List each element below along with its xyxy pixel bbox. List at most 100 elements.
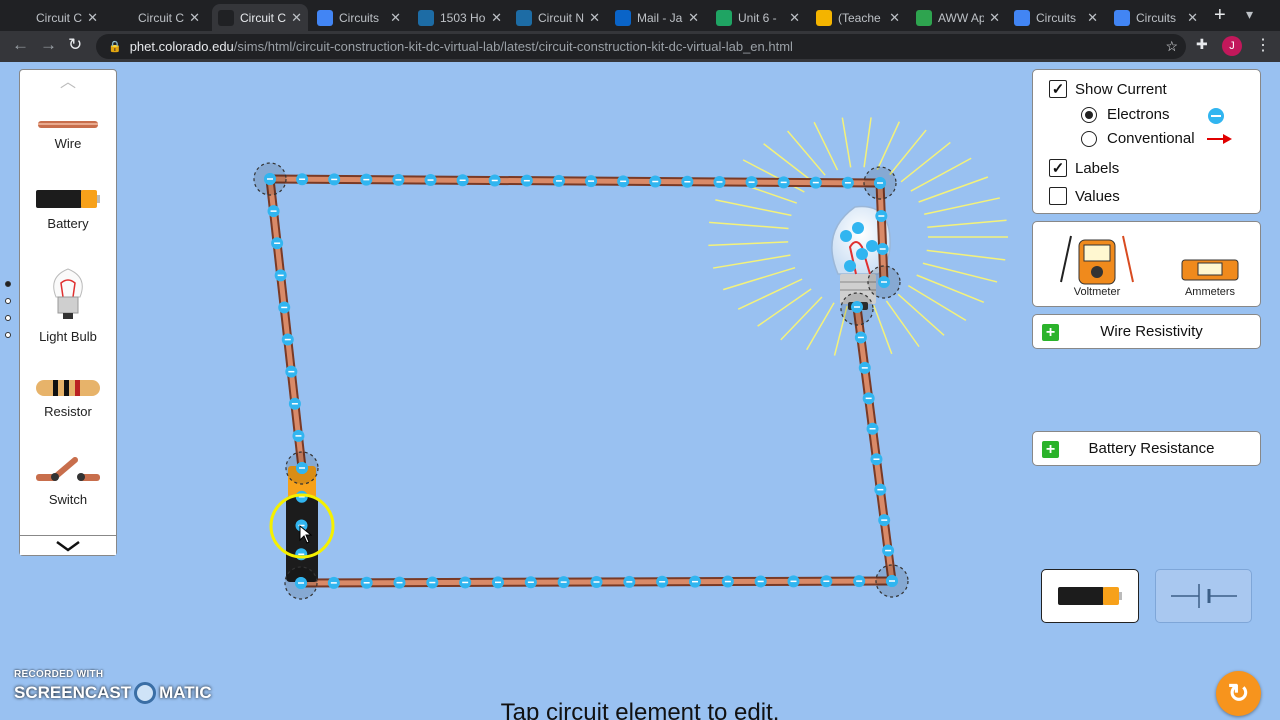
- close-tab-icon[interactable]: ✕: [291, 10, 302, 26]
- expand-plus-icon[interactable]: +: [1042, 441, 1059, 458]
- voltmeter-label: Voltmeter: [1073, 286, 1121, 298]
- close-tab-icon[interactable]: ✕: [491, 10, 502, 26]
- page-dot[interactable]: [5, 315, 11, 321]
- close-tab-icon[interactable]: ✕: [989, 10, 1000, 26]
- conventional-arrow-icon: [1207, 134, 1232, 144]
- close-tab-icon[interactable]: ✕: [390, 10, 401, 26]
- browser-tab[interactable]: Circuit C ✕: [8, 4, 104, 31]
- tab-title: Circuits: [339, 10, 380, 25]
- tab-title: Circuit C: [36, 10, 82, 25]
- chrome-menu-icon[interactable]: ⋮: [1255, 35, 1271, 55]
- battery-icon: [36, 190, 100, 208]
- electrons-radio[interactable]: Electrons: [1081, 106, 1170, 123]
- resistor-label: Resistor: [44, 404, 92, 419]
- voltmeter-tool[interactable]: Voltmeter: [1055, 230, 1139, 298]
- page-dot[interactable]: [5, 332, 11, 338]
- radio-button[interactable]: [1081, 106, 1097, 123]
- browser-tab[interactable]: Circuits ✕: [1008, 4, 1104, 31]
- extensions-icon[interactable]: ✚: [1196, 36, 1208, 53]
- toolbox-wire[interactable]: Wire: [20, 120, 116, 151]
- browser-tab[interactable]: Circuit C ✕: [110, 4, 206, 31]
- wire-resistivity-accordion[interactable]: + Wire Resistivity: [1032, 314, 1261, 349]
- browser-tab[interactable]: Circuits ✕: [1108, 4, 1204, 31]
- voltmeter-icon: [1060, 235, 1134, 285]
- electron-icon: [844, 260, 856, 272]
- close-tab-icon[interactable]: ✕: [1187, 10, 1198, 26]
- url-host: phet.colorado.edu: [129, 39, 234, 54]
- tab-title: Circuit C: [240, 10, 286, 25]
- display-options-panel: ✓ Show Current Electrons Conventional ✓ …: [1032, 69, 1261, 214]
- browser-tab[interactable]: Circuit C ✕: [212, 4, 308, 31]
- browser-tab[interactable]: Circuits ✕: [311, 4, 407, 31]
- browser-tab[interactable]: 1503 Ho ✕: [412, 4, 508, 31]
- component-toolbox: ︿ Wire Battery Light Bulb Resistor Switc…: [19, 69, 117, 556]
- light-ray: [924, 197, 1000, 215]
- bookmark-star-icon[interactable]: ☆: [1165, 38, 1178, 55]
- ammeter-icon: [1181, 259, 1239, 281]
- profile-avatar[interactable]: J: [1222, 36, 1242, 56]
- page-dot[interactable]: [5, 281, 11, 287]
- reset-all-button[interactable]: ↻: [1216, 671, 1261, 716]
- light-ray: [927, 219, 1007, 229]
- toolbox-scroll-up-button[interactable]: ︿: [20, 70, 116, 91]
- close-tab-icon[interactable]: ✕: [889, 10, 900, 26]
- page-dot[interactable]: [5, 298, 11, 304]
- wire-resistivity-label: Wire Resistivity: [1100, 323, 1203, 340]
- show-current-checkbox[interactable]: ✓ Show Current: [1049, 80, 1167, 98]
- slides-icon: [816, 9, 832, 26]
- lifelike-view-button[interactable]: [1041, 569, 1139, 623]
- radio-button[interactable]: [1081, 130, 1097, 147]
- forward-button[interactable]: →: [40, 35, 57, 55]
- light-ray: [722, 266, 796, 291]
- light-ray: [922, 262, 998, 283]
- tab-title: (Teache: [838, 10, 881, 25]
- light-ray: [916, 274, 985, 304]
- wire[interactable]: [852, 306, 897, 582]
- values-label: Values: [1075, 187, 1120, 205]
- browser-tab[interactable]: (Teache ✕: [810, 4, 906, 31]
- new-tab-button[interactable]: +: [1214, 4, 1226, 27]
- ammeter-tool[interactable]: Ammeters: [1181, 254, 1239, 298]
- electron-icon: [852, 222, 864, 234]
- toolbox-battery[interactable]: Battery: [20, 188, 116, 231]
- back-button[interactable]: ←: [12, 35, 29, 55]
- tab-title: Circuits: [1136, 10, 1177, 25]
- switch-label: Switch: [48, 492, 88, 507]
- close-tab-icon[interactable]: ✕: [688, 10, 699, 26]
- ammeters-label: Ammeters: [1184, 286, 1236, 298]
- reload-button[interactable]: ↻: [68, 35, 82, 55]
- browser-tab[interactable]: Mail - Ja ✕: [609, 4, 705, 31]
- toolbox-resistor[interactable]: Resistor: [20, 378, 116, 419]
- wire[interactable]: [265, 178, 307, 469]
- close-tab-icon[interactable]: ✕: [589, 10, 600, 26]
- checkbox-box[interactable]: [1049, 187, 1067, 205]
- conventional-radio[interactable]: Conventional: [1081, 130, 1195, 147]
- labels-checkbox[interactable]: ✓ Labels: [1049, 159, 1119, 177]
- toolbox-light-bulb[interactable]: Light Bulb: [20, 265, 116, 344]
- expand-plus-icon[interactable]: +: [1042, 324, 1059, 341]
- circuit-vertices[interactable]: [253, 162, 909, 600]
- close-tab-icon[interactable]: ✕: [189, 10, 200, 26]
- window-menu-icon[interactable]: ▾: [1246, 6, 1253, 23]
- checkbox-box[interactable]: ✓: [1049, 80, 1067, 98]
- close-tab-icon[interactable]: ✕: [789, 10, 800, 26]
- toolbox-switch[interactable]: Switch: [20, 456, 116, 507]
- browser-tab[interactable]: AWW Ap ✕: [910, 4, 1006, 31]
- browser-tab[interactable]: Unit 6 - ✕: [710, 4, 806, 31]
- values-checkbox[interactable]: Values: [1049, 187, 1120, 205]
- battery-resistance-accordion[interactable]: + Battery Resistance: [1032, 431, 1261, 466]
- light-ray: [712, 254, 791, 269]
- close-tab-icon[interactable]: ✕: [87, 10, 98, 26]
- schematic-view-button[interactable]: [1155, 569, 1252, 623]
- electron-icon: [866, 240, 878, 252]
- address-bar[interactable]: 🔒 phet.colorado.edu /sims/html/circuit-c…: [96, 34, 1186, 59]
- battery-label: Battery: [47, 216, 89, 231]
- close-tab-icon[interactable]: ✕: [1087, 10, 1098, 26]
- browser-tab[interactable]: Circuit N ✕: [510, 4, 606, 31]
- checkbox-box[interactable]: ✓: [1049, 159, 1067, 177]
- browser-tab-bar: Circuit C ✕ Circuit C ✕ Circuit C ✕ Circuits ✕ 1…: [0, 0, 1280, 31]
- toolbox-scroll-down-button[interactable]: [20, 535, 116, 555]
- watermark-logo-icon: [134, 682, 157, 704]
- tab-title: AWW Ap: [938, 10, 984, 25]
- wire-label: Wire: [54, 136, 82, 151]
